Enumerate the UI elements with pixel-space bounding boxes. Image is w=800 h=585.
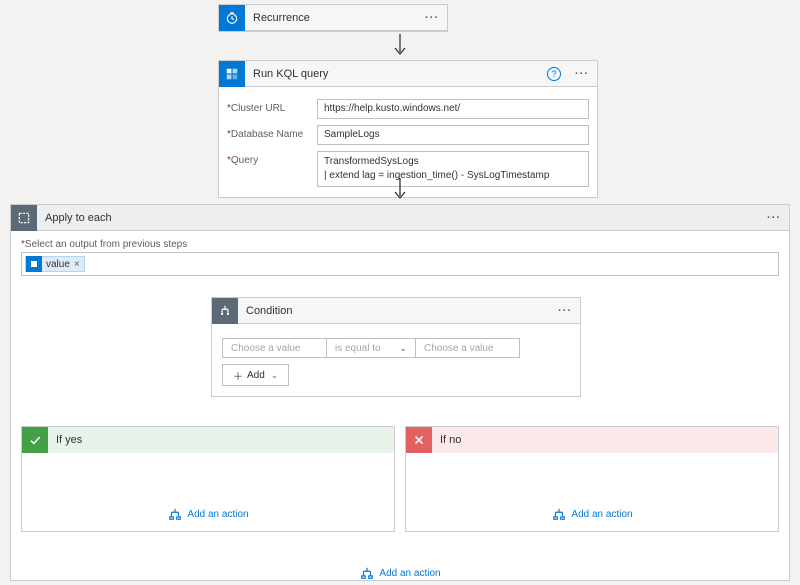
check-icon bbox=[22, 427, 48, 453]
chevron-down-icon: ⌄ bbox=[271, 370, 279, 381]
condition-operator-select[interactable]: is equal to ⌄ bbox=[326, 338, 416, 358]
query-label: *Query bbox=[227, 151, 317, 166]
add-condition-button[interactable]: ＋Add⌄ bbox=[222, 364, 289, 386]
add-action-yes-button[interactable]: Add an action bbox=[167, 507, 248, 521]
db-name-input[interactable]: SampleLogs bbox=[317, 125, 589, 145]
if-no-title: If no bbox=[432, 434, 778, 446]
condition-left-input[interactable]: Choose a value bbox=[222, 338, 327, 358]
run-kql-menu-icon[interactable]: ··· bbox=[567, 68, 597, 80]
clock-icon bbox=[219, 5, 245, 31]
apply-to-each-card: Apply to each ··· *Select an output from… bbox=[10, 204, 790, 581]
condition-icon bbox=[212, 298, 238, 324]
recurrence-card[interactable]: Recurrence ··· bbox=[218, 4, 448, 32]
select-output-label: *Select an output from previous steps bbox=[21, 239, 779, 250]
chip-remove-icon[interactable]: × bbox=[74, 259, 80, 270]
run-kql-card[interactable]: Run KQL query ? ··· *Cluster URL https:/… bbox=[218, 60, 598, 198]
recurrence-menu-icon[interactable]: ··· bbox=[417, 12, 447, 24]
apply-to-each-menu-icon[interactable]: ··· bbox=[759, 212, 789, 224]
arrow-icon bbox=[393, 34, 407, 58]
condition-title: Condition bbox=[238, 305, 550, 317]
cluster-url-input[interactable]: https://help.kusto.windows.net/ bbox=[317, 99, 589, 119]
if-yes-branch: If yes Add an action bbox=[21, 426, 395, 532]
if-no-branch: If no Add an action bbox=[405, 426, 779, 532]
chevron-down-icon: ⌄ bbox=[399, 343, 407, 354]
condition-card[interactable]: Condition ··· Choose a value is equal to… bbox=[211, 297, 581, 397]
value-chip[interactable]: value × bbox=[25, 256, 85, 272]
x-icon bbox=[406, 427, 432, 453]
chip-icon bbox=[26, 256, 42, 272]
run-kql-title: Run KQL query bbox=[245, 68, 547, 80]
condition-menu-icon[interactable]: ··· bbox=[550, 305, 580, 317]
apply-to-each-title: Apply to each bbox=[37, 212, 759, 224]
kusto-icon bbox=[219, 61, 245, 87]
add-action-no-button[interactable]: Add an action bbox=[551, 507, 632, 521]
cluster-url-label: *Cluster URL bbox=[227, 99, 317, 114]
query-input[interactable]: TransformedSysLogs | extend lag = ingest… bbox=[317, 151, 589, 187]
condition-right-input[interactable]: Choose a value bbox=[415, 338, 520, 358]
db-name-label: *Database Name bbox=[227, 125, 317, 140]
loop-icon bbox=[11, 205, 37, 231]
recurrence-title: Recurrence bbox=[245, 12, 417, 24]
add-action-button[interactable]: Add an action bbox=[359, 566, 440, 580]
if-yes-title: If yes bbox=[48, 434, 394, 446]
select-output-input[interactable]: value × bbox=[21, 252, 779, 276]
arrow-icon bbox=[393, 178, 407, 202]
info-icon[interactable]: ? bbox=[547, 67, 561, 81]
